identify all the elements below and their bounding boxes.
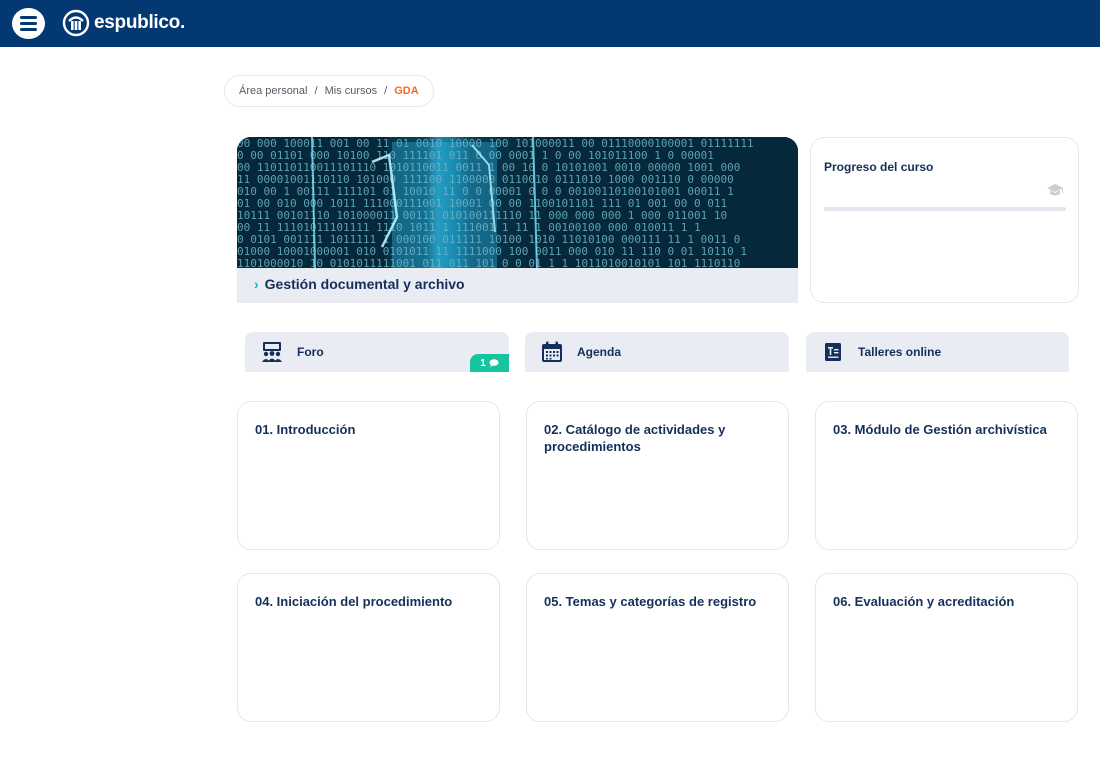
module-card-01[interactable]: 01. Introducción bbox=[237, 401, 500, 550]
hamburger-menu-button[interactable] bbox=[12, 8, 45, 39]
graduation-cap-icon bbox=[1047, 184, 1063, 196]
progress-title: Progreso del curso bbox=[824, 160, 934, 174]
module-title: 02. Catálogo de actividades y procedimie… bbox=[544, 422, 726, 454]
course-title-text: Gestión documental y archivo bbox=[264, 276, 465, 292]
course-banner: 00 000 100011 001 00 11 01 0010 10000 10… bbox=[237, 137, 798, 303]
breadcrumb-separator: / bbox=[384, 85, 388, 97]
menu-line bbox=[20, 16, 37, 19]
banner-image-binary-code: 00 000 100011 001 00 11 01 0010 10000 10… bbox=[237, 137, 798, 268]
tool-talleres-label: Talleres online bbox=[858, 345, 942, 359]
workshop-icon bbox=[825, 343, 841, 361]
foro-notification-badge[interactable]: 1 bbox=[470, 354, 509, 372]
course-title[interactable]: › Gestión documental y archivo bbox=[254, 276, 465, 292]
breadcrumb: Área personal / Mis cursos / GDA bbox=[224, 75, 434, 107]
module-title: 03. Módulo de Gestión archivística bbox=[833, 422, 1047, 437]
people-group-icon bbox=[262, 342, 282, 362]
module-card-05[interactable]: 05. Temas y categorías de registro bbox=[526, 573, 789, 722]
module-title: 01. Introducción bbox=[255, 422, 356, 437]
top-bar: espublico. bbox=[0, 0, 1100, 47]
module-card-03[interactable]: 03. Módulo de Gestión archivística bbox=[815, 401, 1078, 550]
course-progress-card: Progreso del curso bbox=[810, 137, 1079, 303]
breadcrumb-item-area-personal[interactable]: Área personal bbox=[239, 85, 308, 97]
chat-bubble-icon bbox=[489, 359, 499, 367]
breadcrumb-current: GDA bbox=[394, 85, 419, 97]
brand-name: espublico. bbox=[94, 12, 185, 33]
menu-line bbox=[20, 22, 37, 25]
module-title: 05. Temas y categorías de registro bbox=[544, 594, 757, 609]
espublico-logo-icon bbox=[62, 9, 90, 37]
binary-code-illustration: 00 000 100011 001 00 11 01 0010 10000 10… bbox=[237, 137, 798, 268]
breadcrumb-item-mis-cursos[interactable]: Mis cursos bbox=[325, 85, 378, 97]
module-card-06[interactable]: 06. Evaluación y acreditación bbox=[815, 573, 1078, 722]
module-title: 06. Evaluación y acreditación bbox=[833, 594, 1015, 609]
progress-bar bbox=[824, 207, 1066, 211]
tool-agenda[interactable]: Agenda bbox=[525, 332, 789, 372]
chevron-right-icon: › bbox=[254, 276, 259, 292]
svg-text:1101000010 10 0101011111001 01: 1101000010 10 0101011111001 011 011 101 … bbox=[237, 257, 740, 268]
tool-foro[interactable]: Foro 1 bbox=[245, 332, 509, 372]
tool-foro-label: Foro bbox=[297, 345, 324, 359]
module-card-04[interactable]: 04. Iniciación del procedimiento bbox=[237, 573, 500, 722]
module-card-02[interactable]: 02. Catálogo de actividades y procedimie… bbox=[526, 401, 789, 550]
module-title: 04. Iniciación del procedimiento bbox=[255, 594, 453, 609]
badge-count: 1 bbox=[480, 357, 486, 369]
calendar-icon bbox=[542, 341, 562, 362]
menu-line bbox=[20, 28, 37, 31]
tool-talleres-online[interactable]: Talleres online bbox=[806, 332, 1069, 372]
brand-logo[interactable]: espublico. bbox=[62, 9, 185, 37]
tool-agenda-label: Agenda bbox=[577, 345, 622, 359]
breadcrumb-separator: / bbox=[314, 85, 318, 97]
